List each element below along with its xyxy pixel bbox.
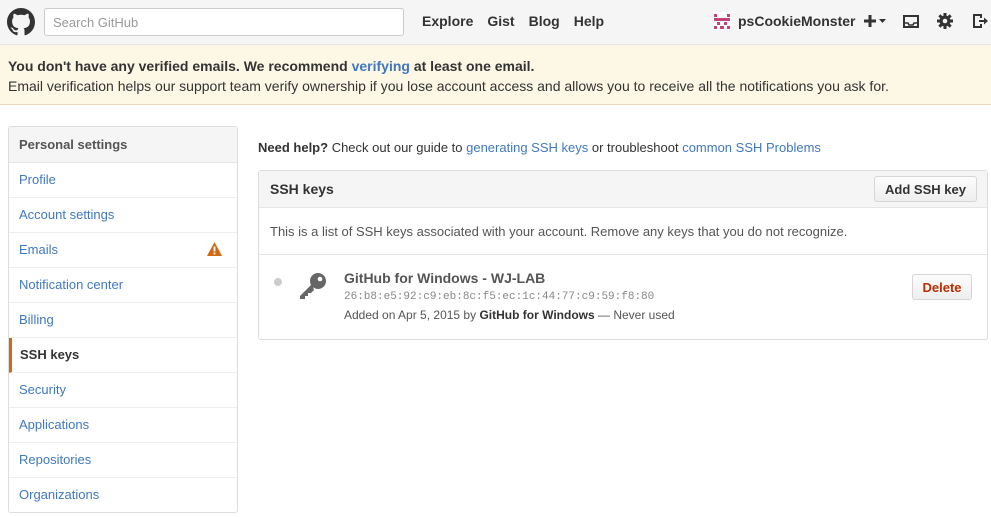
email-warning-banner: You don't have any verified emails. We r… bbox=[0, 45, 991, 105]
sidebar-item-label: Account settings bbox=[19, 207, 115, 222]
header-nav: Explore Gist Blog Help bbox=[422, 13, 618, 29]
sidebar-item-applications[interactable]: Applications bbox=[9, 408, 237, 443]
create-new-icon[interactable] bbox=[863, 12, 887, 30]
key-icon bbox=[300, 273, 326, 299]
nav-help[interactable]: Help bbox=[574, 13, 604, 29]
username[interactable]: psCookieMonster bbox=[738, 13, 855, 29]
help-bold: Need help? bbox=[258, 140, 329, 155]
sidebar-item-security[interactable]: Security bbox=[9, 373, 237, 408]
settings-gear-icon[interactable] bbox=[936, 12, 954, 30]
sidebar-item-account-settings[interactable]: Account settings bbox=[9, 198, 237, 233]
generating-ssh-keys-link[interactable]: generating SSH keys bbox=[466, 140, 588, 155]
sidebar-item-label: SSH keys bbox=[20, 347, 80, 362]
add-ssh-key-button[interactable]: Add SSH key bbox=[874, 176, 977, 202]
ssh-key-item: GitHub for Windows - WJ-LAB 26:b8:e5:92:… bbox=[259, 255, 987, 341]
ssh-keys-panel: SSH keys Add SSH key This is a list of S… bbox=[258, 170, 988, 340]
panel-description: This is a list of SSH keys associated wi… bbox=[259, 208, 987, 255]
banner-text-end: at least one email. bbox=[409, 58, 535, 74]
sidebar-item-label: Emails bbox=[19, 242, 59, 257]
avatar[interactable] bbox=[713, 12, 731, 30]
panel-description-text: This is a list of SSH keys associated wi… bbox=[270, 224, 848, 239]
banner-headline: You don't have any verified emails. We r… bbox=[8, 58, 534, 74]
help-text-2: or troubleshoot bbox=[588, 140, 683, 155]
sidebar-item-label: Billing bbox=[19, 312, 54, 327]
inbox-icon[interactable] bbox=[902, 12, 920, 30]
banner-description: Email verification helps our support tea… bbox=[8, 78, 889, 94]
sidebar-item-label: Organizations bbox=[19, 487, 100, 502]
common-ssh-problems-link[interactable]: common SSH Problems bbox=[682, 140, 821, 155]
added-suffix: — Never used bbox=[594, 308, 675, 322]
sidebar-item-repositories[interactable]: Repositories bbox=[9, 443, 237, 478]
panel-title: SSH keys bbox=[270, 181, 334, 197]
help-text: Need help? Check out our guide to genera… bbox=[258, 140, 821, 155]
help-text-1: Check out our guide to bbox=[328, 140, 467, 155]
nav-blog[interactable]: Blog bbox=[529, 13, 560, 29]
key-title: GitHub for Windows - WJ-LAB bbox=[344, 270, 546, 286]
sidebar-item-label: Notification center bbox=[19, 277, 124, 292]
settings-sidebar: Personal settings Profile Account settin… bbox=[8, 126, 238, 513]
warning-icon bbox=[207, 242, 222, 256]
delete-key-button[interactable]: Delete bbox=[912, 274, 972, 300]
sidebar-item-label: Repositories bbox=[19, 452, 92, 467]
sign-out-icon[interactable] bbox=[971, 12, 989, 30]
sidebar-item-label: Profile bbox=[19, 172, 56, 187]
key-fingerprint: 26:b8:e5:92:c9:eb:8c:f5:ec:1c:44:77:c9:5… bbox=[344, 291, 655, 303]
github-logo-icon[interactable] bbox=[7, 8, 35, 36]
added-prefix: Added on Apr 5, 2015 by bbox=[344, 308, 480, 322]
added-by: GitHub for Windows bbox=[479, 308, 595, 322]
sidebar-item-emails[interactable]: Emails bbox=[9, 233, 237, 268]
panel-header: SSH keys Add SSH key bbox=[259, 171, 987, 208]
sidebar-item-organizations[interactable]: Organizations bbox=[9, 478, 237, 512]
sidebar-item-label: Applications bbox=[19, 417, 90, 432]
banner-text: You don't have any verified emails. We r… bbox=[8, 58, 352, 74]
sidebar-item-label: Security bbox=[19, 382, 66, 397]
sidebar-item-billing[interactable]: Billing bbox=[9, 303, 237, 338]
nav-explore[interactable]: Explore bbox=[422, 13, 473, 29]
sidebar-item-notification-center[interactable]: Notification center bbox=[9, 268, 237, 303]
sidebar-item-ssh-keys[interactable]: SSH keys bbox=[9, 338, 237, 373]
key-added-info: Added on Apr 5, 2015 by GitHub for Windo… bbox=[344, 308, 675, 322]
sidebar-item-profile[interactable]: Profile bbox=[9, 163, 237, 198]
key-status-dot bbox=[274, 278, 282, 286]
user-menu[interactable]: psCookieMonster bbox=[713, 12, 855, 30]
verifying-link[interactable]: verifying bbox=[352, 58, 410, 74]
nav-gist[interactable]: Gist bbox=[487, 13, 514, 29]
site-header: Explore Gist Blog Help psCookieMonster bbox=[0, 0, 991, 45]
sidebar-heading: Personal settings bbox=[9, 127, 237, 163]
search-input[interactable] bbox=[44, 8, 404, 36]
